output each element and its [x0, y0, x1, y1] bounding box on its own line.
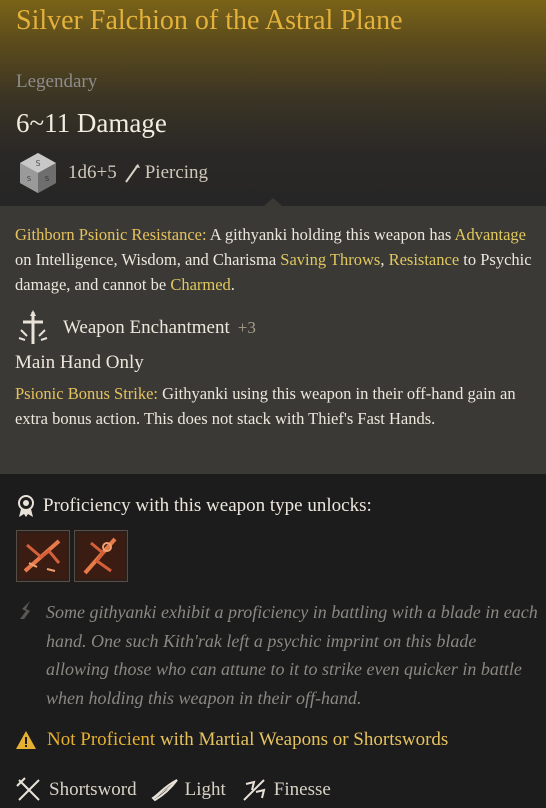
passive-description: Githborn Psionic Resistance: A githyanki…: [15, 225, 532, 294]
damage-type: Piercing: [144, 162, 209, 183]
d6-die-icon: S S S: [20, 153, 56, 193]
tag-light[interactable]: Light: [151, 776, 226, 804]
damage-roll-row: S S S 1d6+5 Piercing: [16, 151, 208, 195]
main-hand-only: Main Hand Only: [15, 352, 144, 373]
proficiency-label: Proficiency with this weapon type unlock…: [43, 495, 372, 516]
warning-row: Not Proficient with Martial Weapons or S…: [15, 726, 448, 754]
tag-finesse-label: Finesse: [273, 779, 331, 800]
bonus-strike-description: Psionic Bonus Strike: Githyanki using th…: [15, 384, 516, 428]
keyword-saving-throws[interactable]: Saving Throws: [280, 250, 380, 269]
keyword-advantage[interactable]: Advantage: [455, 225, 526, 244]
lore-text: Some githyanki exhibit a proficiency in …: [46, 602, 538, 708]
svg-text:S: S: [45, 175, 50, 183]
tooltip-header: Silver Falchion of the Astral Plane Lege…: [0, 0, 546, 206]
keyword-charmed[interactable]: Charmed: [170, 275, 230, 294]
keyword-resistance[interactable]: Resistance: [389, 250, 460, 269]
tag-weapon-type[interactable]: Shortsword: [15, 776, 137, 804]
crossed-swords-icon: [16, 777, 40, 801]
damage-range: 6~11 Damage: [16, 108, 167, 138]
weapon-action-icon: [19, 533, 67, 579]
unlock-action-1[interactable]: [16, 530, 70, 582]
passive-name: Githborn Psionic Resistance:: [15, 225, 207, 244]
tag-finesse[interactable]: Finesse: [240, 776, 331, 804]
divider-notch: [264, 198, 282, 206]
weapon-action-icon: [77, 533, 125, 579]
tag-weapon-type-label: Shortsword: [49, 779, 137, 800]
finesse-icon: [243, 779, 266, 801]
warning-icon: [16, 731, 36, 749]
item-title: Silver Falchion of the Astral Plane: [16, 5, 403, 36]
unlock-action-2[interactable]: [74, 530, 128, 582]
enchantment-label: Weapon Enchantment: [63, 317, 230, 338]
tag-light-label: Light: [184, 779, 226, 800]
feather-icon: [151, 779, 178, 802]
proficiency-badge-icon: [18, 495, 34, 517]
svg-text:S: S: [35, 159, 40, 168]
item-rarity: Legendary: [16, 71, 98, 92]
damage-dice: 1d6+5: [68, 162, 117, 183]
proficiency-warning: Not Proficient with Martial Weapons or S…: [47, 729, 449, 750]
piercing-icon: [124, 164, 140, 183]
enchantment-bonus: +3: [237, 318, 256, 337]
proficiency-row: Proficiency with this weapon type unlock…: [15, 492, 372, 520]
weapon-tags: Shortsword Light Finesse: [15, 774, 345, 806]
quill-icon: [20, 601, 30, 619]
svg-text:S: S: [27, 175, 32, 183]
bonus-strike-name: Psionic Bonus Strike:: [15, 384, 159, 403]
sword-enchant-icon: [18, 310, 48, 344]
weapon-enchantment-row: Weapon Enchantment +3: [15, 310, 256, 346]
